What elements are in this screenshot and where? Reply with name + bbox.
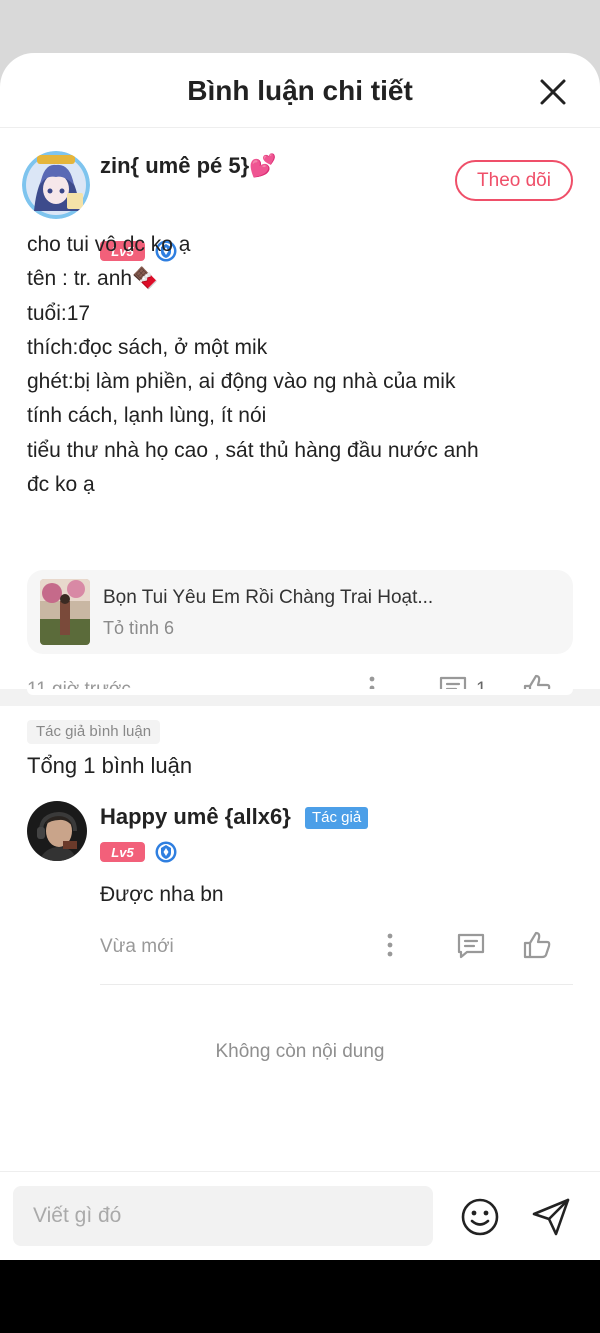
badge-row: Lv5 (100, 841, 177, 863)
comment-line: cho tui vô dc ko ạ (27, 233, 191, 256)
emoji-icon[interactable] (460, 1197, 500, 1237)
comment-line: đc ko ạ (27, 473, 95, 497)
story-chapter: Tỏ tình 6 (103, 618, 175, 638)
comment-line: thích:đọc sách, ở một mik (27, 335, 268, 359)
end-of-content-label: Không còn nội dung (215, 1041, 385, 1062)
author-tag: Tác giả bình luận (27, 720, 161, 744)
avatar[interactable] (27, 801, 87, 861)
story-cover (40, 579, 90, 645)
author-badge: Tác giả (305, 807, 369, 829)
comment-line: tính cách, lạnh lùng, ít nói (27, 404, 267, 428)
comment-text: cho tui vô dc ko ạ tên : tr. anh🍫 tuổi:1… (27, 228, 587, 502)
comment-line: tên : tr. anh🍫 (27, 267, 159, 291)
close-icon[interactable] (536, 75, 570, 109)
system-navigation-bar (0, 1260, 600, 1333)
author-name[interactable]: zin{ umê pé 5}💕 (100, 153, 277, 179)
more-options-icon[interactable] (380, 933, 400, 957)
comment-line: tiểu thư nhà họ cao , sát thủ hàng đầu n… (27, 438, 479, 462)
story-card[interactable]: Bọn Tui Yêu Em Rồi Chàng Trai Hoạt... Tỏ… (27, 570, 573, 654)
level-badge: Lv5 (100, 842, 145, 862)
total-comments: Tổng 1 bình luận (27, 753, 193, 778)
header: Bình luận chi tiết (0, 53, 600, 128)
verified-shield-icon (155, 841, 177, 863)
like-icon[interactable] (522, 930, 552, 960)
divider (100, 984, 573, 985)
comment-line: ghét:bị làm phiền, ai động vào ng nhà củ… (27, 370, 456, 394)
reply-time: Vừa mới (100, 936, 174, 957)
send-icon[interactable] (530, 1196, 572, 1238)
author-name[interactable]: Happy umê {allx6} (100, 804, 291, 830)
avatar[interactable] (22, 151, 90, 219)
comment-detail-sheet: Bình luận chi tiết zin{ umê pé 5}💕 Lv5 T… (0, 53, 600, 1260)
comment-composer (0, 1171, 600, 1260)
page-title: Bình luận chi tiết (187, 75, 413, 106)
reply-icon[interactable] (456, 932, 486, 960)
story-title: Bọn Tui Yêu Em Rồi Chàng Trai Hoạt... (103, 587, 434, 608)
section-divider (0, 689, 600, 706)
comment-input[interactable] (13, 1186, 433, 1246)
reply-text: Được nha bn (100, 883, 224, 906)
follow-button[interactable]: Theo dõi (455, 160, 573, 201)
comment-line: tuổi:17 (27, 301, 91, 325)
